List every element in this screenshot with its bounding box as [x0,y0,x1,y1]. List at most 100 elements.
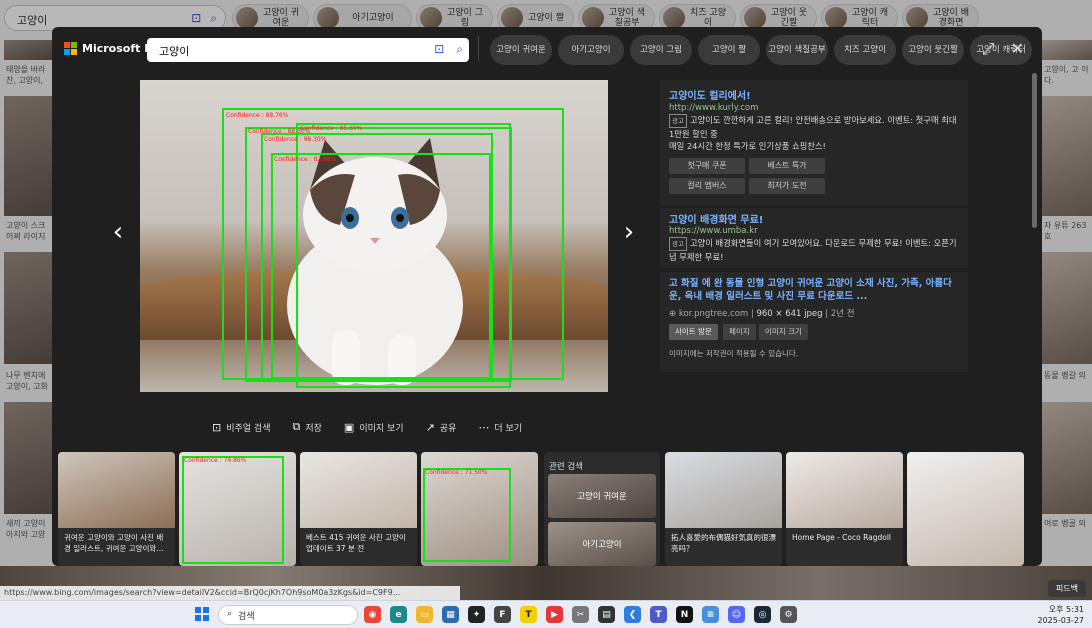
main-cat-image[interactable]: Confidence : 88.76% Confidence : 88.30% … [140,80,608,392]
divider [478,36,479,62]
ad-title[interactable]: 고양이도 컬리에서! [669,87,751,102]
notepad-icon[interactable]: ≡ [702,606,719,623]
close-icon[interactable]: ✕ [1011,39,1024,59]
related-searches-heading: 관련 검색 [549,462,583,472]
notion-icon[interactable]: N [676,606,693,623]
visual-search-button[interactable]: ⊡ 비주얼 검색 [212,420,270,434]
ad-sitelink-button[interactable]: 최저가 도전 [749,178,825,194]
ad-sitelink-button[interactable]: 컬리 멤버스 [669,178,745,194]
windows-taskbar: ⌕ 검색 ◉ e ▭ ▦ ✦ F T ▶ ✂ ▤ ❮ T N ≡ ☺ ◎ ⚙ 오… [0,600,1092,628]
similar-images-strip: 귀여운 고양이와 고양이 사진 배경 일러스트, 귀여운 고양이와... Con… [58,452,1028,566]
related-chip[interactable]: 고양이 그림 [630,35,692,65]
clock-time: 오후 5:31 [1048,605,1084,614]
related-chip[interactable]: 고양이 귀여운 [490,35,552,65]
youtube-icon[interactable]: ▶ [546,606,563,623]
visual-search-icon[interactable]: ⊡ [434,42,444,57]
related-chip[interactable]: 고양이 색칠공부 [766,35,828,65]
more-icon: ⋯ [478,420,490,434]
windows-start-icon[interactable] [195,607,209,621]
figma-icon[interactable]: ✦ [468,606,485,623]
image-size: 960 × 641 jpeg [756,309,823,319]
thumbnail-image [907,452,1024,566]
taskbar-clock[interactable]: 오후 5:31 2025-03-27 [1038,604,1085,626]
store-icon[interactable]: ▦ [442,606,459,623]
side-panel-scrollbar[interactable] [1032,73,1037,228]
thumbnail-caption: 귀여운 고양이와 고양이 사진 배경 일러스트, 귀여운 고양이와... [64,533,164,553]
vscode-icon[interactable]: ❮ [624,606,641,623]
page-button[interactable]: 페이지 [723,324,756,340]
related-searches-card: 관련 검색 고양이 귀여운 아기고양이 [544,452,660,566]
next-image-arrow[interactable]: › [619,217,639,247]
feedback-button[interactable]: 피드백 [1047,580,1086,597]
side-panel: 고양이도 컬리에서! http://www.kurly.com 광고 고양이도 깐… [660,80,968,372]
settings-icon[interactable]: ⚙ [780,606,797,623]
modal-search-input[interactable]: 고양이 [159,43,189,59]
ad-description-text: 고양이도 깐깐하게 고른 컬리! 안전배송으로 받아보세요. 이벤트: 첫구매 … [669,115,957,139]
expand-icon[interactable]: ⤢ [982,39,995,59]
toolbar-label: 비주얼 검색 [226,423,271,434]
more-button[interactable]: ⋯ 더 보기 [478,420,522,434]
detection-box [423,468,511,562]
thumbnail-image [665,452,782,528]
source-domain[interactable]: kor.pngtree.com [679,309,748,319]
detection-label: Confidence : 85.60% [300,125,363,132]
related-chip[interactable]: 치즈 고양이 [834,35,896,65]
teams-icon[interactable]: T [650,606,667,623]
toolbar-label: 공유 [439,423,457,434]
app-icon[interactable]: ▤ [598,606,615,623]
taskbar-search[interactable]: ⌕ 검색 [218,605,358,625]
toolbar-label: 이미지 보기 [359,423,404,434]
kakaotalk-icon[interactable]: T [520,606,537,623]
app-icon[interactable]: F [494,606,511,623]
image-size-button[interactable]: 이미지 크기 [759,324,808,340]
previous-image-arrow[interactable]: ‹ [108,217,128,247]
ad-promo-text: 매일 24시간 한정 특가로 인기상품 쇼핑찬스! [669,141,826,151]
edge-icon[interactable]: e [390,606,407,623]
ad-url[interactable]: https://www.umba.kr [669,226,758,236]
taskbar-search-placeholder: 검색 [238,612,255,622]
source-card: 고 화질 에 완 동물 인형 고양이 귀여운 고양이 소재 사진, 가족, 아름… [660,272,968,372]
detection-label: Confidence : 98.30% [264,136,327,143]
view-image-button[interactable]: ▣ 이미지 보기 [344,420,404,434]
file-explorer-icon[interactable]: ▭ [416,606,433,623]
similar-image-card[interactable]: Confidence : 74.86% [179,452,296,566]
similar-image-card[interactable]: 拓人喜愛的布偶猫好気真的很漂亮吗？ [665,452,782,566]
ad-description: 광고 고양이 배경화면들이 여기 모여있어요. 다운로드 무제한 무료! 이벤트:… [669,237,959,263]
ad-card: 고양이도 컬리에서! http://www.kurly.com 광고 고양이도 깐… [660,80,968,206]
ad-sitelink-button[interactable]: 첫구매 쿠폰 [669,158,745,174]
steam-icon[interactable]: ◎ [754,606,771,623]
similar-image-card[interactable] [907,452,1024,566]
status-bar-url: https://www.bing.com/images/search?view=… [0,586,460,600]
related-search-tile[interactable]: 아기고양이 [548,522,656,566]
similar-image-card[interactable]: 베스트 415 귀여운 사진 고양이 업데이트 37 분 전 [300,452,417,566]
source-age: 2년 전 [830,309,855,319]
chrome-icon[interactable]: ◉ [364,606,381,623]
image-detail-modal: Microsoft Bing 고양이 ⊡ ⌕ 고양이 귀여운 아기고양이 고양이… [52,27,1042,566]
thumbnail-image [58,452,175,528]
save-button[interactable]: ⧉ 저장 [292,420,321,434]
related-search-tile[interactable]: 고양이 귀여운 [548,474,656,518]
globe-icon: ⊕ [669,309,677,319]
similar-image-card[interactable]: Home Page - Coco Ragdoll [786,452,903,566]
ad-badge: 광고 [669,114,687,128]
related-chip[interactable]: 아기고양이 [558,35,624,65]
share-button[interactable]: ↗ 공유 [426,420,457,434]
source-title[interactable]: 고 화질 에 완 동물 인형 고양이 귀여운 고양이 소재 사진, 가족, 아름… [669,277,959,303]
similar-image-card[interactable]: 귀여운 고양이와 고양이 사진 배경 일러스트, 귀여운 고양이와... [58,452,175,566]
visit-site-button[interactable]: 사이트 방문 [669,324,718,340]
snipping-tool-icon[interactable]: ✂ [572,606,589,623]
ad-sitelink-button[interactable]: 베스트 특가 [749,158,825,174]
image-icon: ▣ [343,420,355,434]
taskbar-apps: ◉ e ▭ ▦ ✦ F T ▶ ✂ ▤ ❮ T N ≡ ☺ ◎ ⚙ [364,606,797,623]
related-chip[interactable]: 고양이 짤 [698,35,760,65]
modal-search-box[interactable]: 고양이 ⊡ ⌕ [147,38,469,62]
related-chip[interactable]: 고양이 웃긴짤 [902,35,964,65]
search-icon[interactable]: ⌕ [456,42,463,57]
toolbar-label: 더 보기 [494,423,523,434]
ad-url[interactable]: http://www.kurly.com [669,103,758,113]
discord-icon[interactable]: ☺ [728,606,745,623]
ad-title[interactable]: 고양이 배경화면 무료! [669,211,763,226]
similar-image-card[interactable]: Confidence : 71.50% [421,452,538,566]
copyright-note: 이미지에는 저작권이 적용될 수 있습니다. [669,349,799,358]
ad-description-text: 고양이 배경화면들이 여기 모여있어요. 다운로드 무제한 무료! 이벤트: 오… [669,238,957,262]
